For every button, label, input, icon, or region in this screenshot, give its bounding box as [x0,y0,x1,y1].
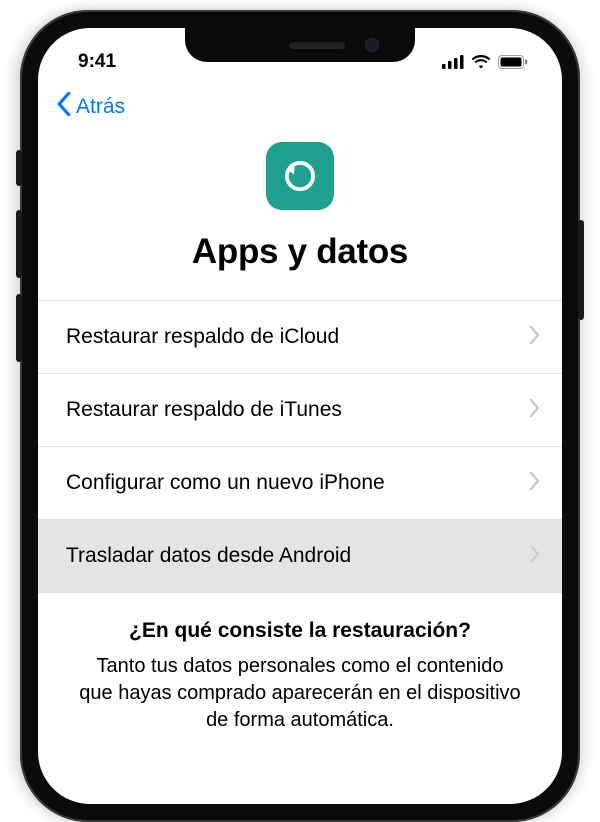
power-button [578,220,584,320]
restore-itunes-option[interactable]: Restaurar respaldo de iTunes [38,374,562,447]
volume-down-button [16,294,22,362]
info-title: ¿En qué consiste la restauración? [78,619,522,643]
hero-section: Apps y datos [38,130,562,300]
menu-item-label: Configurar como un nuevo iPhone [66,471,385,495]
chevron-right-icon [530,323,540,351]
nav-bar: Atrás [38,78,562,130]
battery-icon [498,55,528,69]
menu-item-label: Restaurar respaldo de iCloud [66,325,339,349]
speaker-grille [289,42,345,49]
status-time: 9:41 [78,51,116,73]
mute-switch [16,150,22,186]
chevron-right-icon [530,396,540,424]
info-text: Tanto tus datos personales como el conte… [78,653,522,734]
back-button[interactable]: Atrás [76,95,125,119]
screen: 9:41 [38,28,562,804]
volume-up-button [16,210,22,278]
status-icons [442,55,528,69]
menu-item-label: Trasladar datos desde Android [66,544,351,568]
front-camera [365,38,379,52]
chevron-right-icon [530,469,540,497]
info-section: ¿En qué consiste la restauración? Tanto … [38,593,562,760]
restore-icon [266,142,334,210]
menu-item-label: Restaurar respaldo de iTunes [66,398,342,422]
cellular-signal-icon [442,55,464,69]
wifi-icon [471,55,491,69]
move-from-android-option[interactable]: Trasladar datos desde Android [38,520,562,593]
chevron-left-icon[interactable] [56,92,72,122]
page-title: Apps y datos [192,232,408,272]
restore-options-menu: Restaurar respaldo de iCloud Restaurar r… [38,300,562,593]
setup-new-iphone-option[interactable]: Configurar como un nuevo iPhone [38,447,562,520]
notch [185,28,415,62]
chevron-right-icon [530,542,540,570]
restore-icloud-option[interactable]: Restaurar respaldo de iCloud [38,301,562,374]
phone-frame: 9:41 [20,10,580,822]
